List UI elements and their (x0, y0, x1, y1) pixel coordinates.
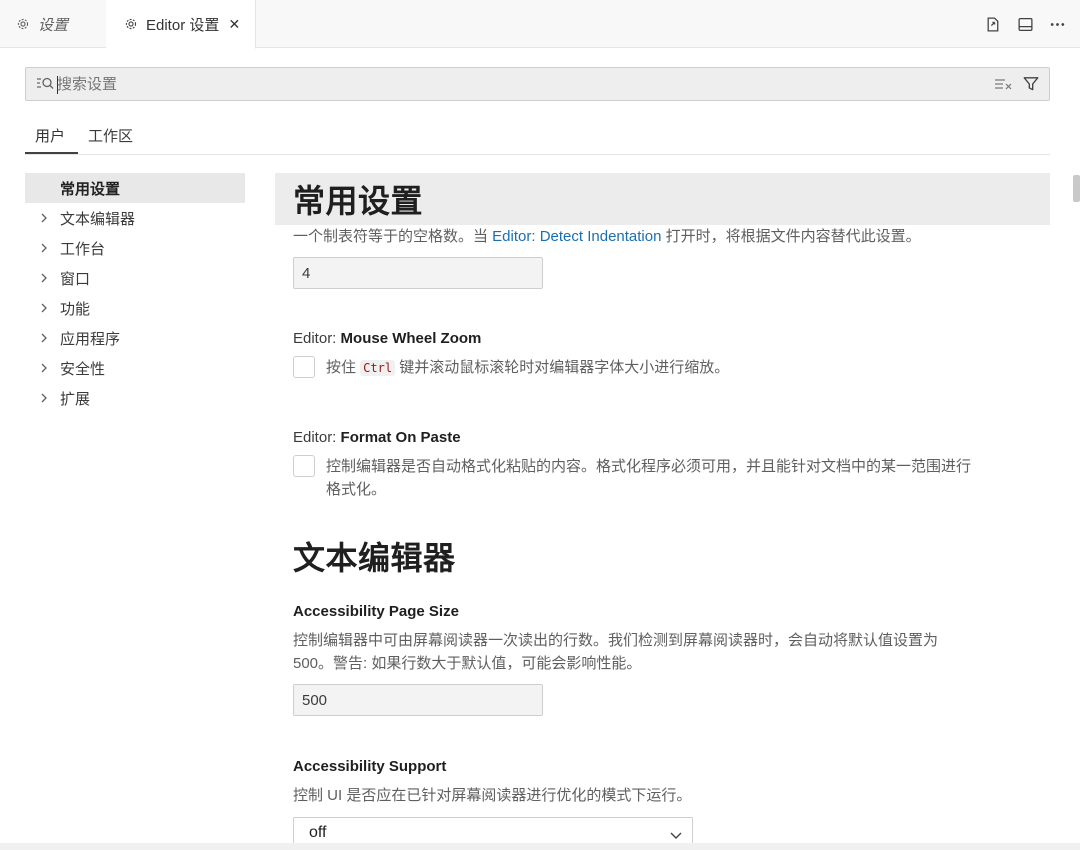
description-text: 按住 (326, 359, 361, 376)
toc-item-label: 工作台 (60, 240, 106, 258)
mouse-wheel-zoom-checkbox[interactable] (293, 356, 315, 378)
chevron-right-icon (38, 271, 50, 283)
setting-description-accessibility-page-size: 控制编辑器中可由屏幕阅读器一次读出的行数。我们检测到屏幕阅读器时，会自动将默认值… (293, 629, 938, 675)
close-icon[interactable]: ✕ (227, 16, 241, 33)
toc-item-label: 应用程序 (60, 330, 121, 348)
chevron-right-icon (38, 241, 50, 253)
section-heading-common: 常用设置 (293, 182, 424, 220)
description-line: 控制编辑器中可由屏幕阅读器一次读出的行数。我们检测到屏幕阅读器时，会自动将默认值… (293, 632, 939, 649)
setting-category: Editor: (293, 330, 341, 347)
filter-icon[interactable] (1022, 75, 1040, 93)
description-line: 格式化。 (326, 481, 387, 498)
toc-item-security[interactable]: 安全性 (25, 353, 245, 383)
dropdown-value: off (309, 824, 327, 841)
toc-item-label: 扩展 (60, 390, 91, 408)
settings-content: 一个制表符等于的空格数。当 Editor: Detect Indentation… (245, 173, 1070, 845)
text-cursor (57, 76, 58, 94)
setting-description-format-on-paste: 控制编辑器是否自动格式化粘贴的内容。格式化程序必须可用，并且能针对文档中的某一范… (326, 455, 971, 501)
search-icon (36, 76, 54, 92)
description-text: 一个制表符等于的空格数。当 (293, 228, 493, 245)
search-input[interactable] (57, 73, 957, 95)
setting-description-tab-size: 一个制表符等于的空格数。当 Editor: Detect Indentation… (293, 225, 921, 248)
toc-item-label: 常用设置 (60, 180, 121, 198)
vertical-scrollbar-thumb[interactable] (1073, 175, 1080, 202)
chevron-right-icon (38, 211, 50, 223)
settings-toc: 常用设置 文本编辑器 工作台 窗口 功能 应用程序 安全性 扩展 (25, 173, 245, 413)
setting-description-mouse-wheel-zoom: 按住 Ctrl 键并滚动鼠标滚轮时对编辑器字体大小进行缩放。 (326, 356, 729, 380)
description-text: 键并滚动鼠标滚轮时对编辑器字体大小进行缩放。 (395, 359, 730, 376)
open-settings-json-icon[interactable] (984, 15, 1002, 33)
keybinding-code: Ctrl (360, 360, 396, 376)
accessibility-page-size-input[interactable]: 500 (293, 684, 543, 716)
editor-actions (984, 0, 1066, 48)
toc-item-features[interactable]: 功能 (25, 293, 245, 323)
tab-label: 设置 (38, 16, 69, 34)
setting-description-accessibility-support: 控制 UI 是否应在已针对屏幕阅读器进行优化的模式下运行。 (293, 787, 692, 804)
setting-name: Accessibility Support (293, 758, 447, 775)
setting-name: Mouse Wheel Zoom (340, 330, 482, 347)
toc-item-text-editor[interactable]: 文本编辑器 (25, 203, 245, 233)
chevron-down-icon (668, 827, 684, 843)
toc-item-application[interactable]: 应用程序 (25, 323, 245, 353)
tab-workspace[interactable]: 工作区 (88, 125, 133, 146)
setting-title-accessibility-support: Accessibility Support (293, 758, 446, 775)
settings-search (25, 67, 1050, 101)
chevron-right-icon (38, 331, 50, 343)
toc-item-label: 窗口 (60, 270, 91, 288)
toc-item-extensions[interactable]: 扩展 (25, 383, 245, 413)
accessibility-support-dropdown[interactable]: off (293, 817, 693, 845)
split-editor-icon[interactable] (1016, 15, 1034, 33)
setting-title-mouse-wheel-zoom: Editor: Mouse Wheel Zoom (293, 330, 481, 347)
toc-item-label: 安全性 (60, 360, 106, 378)
tab-size-input[interactable]: 4 (293, 257, 543, 289)
settings-scope-tabs: 用户 工作区 (24, 118, 1050, 155)
description-text: 打开时，将根据文件内容替代此设置。 (661, 228, 921, 245)
toc-item-workbench[interactable]: 工作台 (25, 233, 245, 263)
bottom-bar (0, 843, 1080, 850)
chevron-right-icon (38, 301, 50, 313)
setting-category: Editor: (293, 429, 341, 446)
setting-name: Format On Paste (340, 429, 461, 446)
setting-link[interactable]: Editor: Detect Indentation (492, 228, 661, 245)
description-line: 500。警告: 如果行数大于默认值，可能会影响性能。 (293, 655, 642, 672)
description-line: 控制编辑器是否自动格式化粘贴的内容。格式化程序必须可用，并且能针对文档中的某一范… (326, 458, 972, 475)
section-heading-text-editor: 文本编辑器 (293, 539, 456, 577)
tab-settings[interactable]: 设置 (0, 0, 106, 48)
tab-user[interactable]: 用户 (24, 125, 79, 154)
tab-editor-settings[interactable]: Editor 设置 ✕ (106, 0, 256, 49)
editor-tab-bar: 设置 Editor 设置 ✕ (0, 0, 1080, 49)
tab-label: Editor 设置 (146, 16, 220, 34)
chevron-right-icon (38, 361, 50, 373)
clear-search-icon[interactable] (994, 76, 1012, 92)
format-on-paste-checkbox[interactable] (293, 455, 315, 477)
toc-item-label: 功能 (60, 300, 91, 318)
toc-item-common[interactable]: 常用设置 (25, 173, 245, 203)
setting-title-format-on-paste: Editor: Format On Paste (293, 429, 461, 446)
chevron-right-icon (38, 391, 50, 403)
gear-icon (14, 15, 32, 33)
toc-item-label: 文本编辑器 (60, 210, 136, 228)
gear-icon (122, 15, 140, 33)
toc-item-window[interactable]: 窗口 (25, 263, 245, 293)
more-actions-icon[interactable] (1048, 15, 1066, 33)
setting-name: Accessibility Page Size (293, 603, 459, 620)
setting-title-accessibility-page-size: Accessibility Page Size (293, 603, 459, 620)
